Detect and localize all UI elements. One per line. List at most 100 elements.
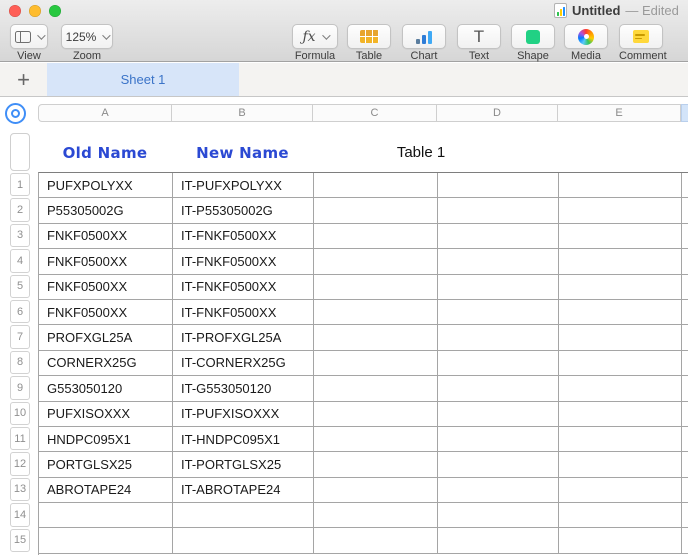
table-cell[interactable]: IT-ABROTAPE24: [173, 478, 314, 503]
table-cell[interactable]: [559, 173, 682, 198]
table-cell[interactable]: [314, 173, 438, 198]
table-cell[interactable]: FNKF0500XX: [39, 224, 173, 249]
column-tab-e[interactable]: E: [558, 104, 681, 122]
table-cell[interactable]: IT-PROFXGL25A: [173, 325, 314, 350]
row-tab-10[interactable]: 10: [10, 402, 30, 425]
table-cell[interactable]: [682, 478, 688, 503]
column-tab-b[interactable]: B: [172, 104, 313, 122]
table-cell[interactable]: [682, 427, 688, 452]
table-title[interactable]: Table 1: [313, 142, 529, 164]
table-cell[interactable]: PUFXISOXXX: [39, 402, 173, 427]
insert-media-button[interactable]: [564, 24, 608, 49]
table-cell[interactable]: [682, 198, 688, 223]
table-cell[interactable]: [173, 528, 314, 553]
header-row-handle[interactable]: [10, 133, 30, 171]
table-cell[interactable]: [314, 351, 438, 376]
row-tab-14[interactable]: 14: [10, 503, 30, 526]
table-cell[interactable]: [438, 351, 559, 376]
view-button[interactable]: [10, 24, 48, 49]
table-cell[interactable]: [682, 300, 688, 325]
table-cell[interactable]: IT-FNKF0500XX: [173, 300, 314, 325]
add-sheet-button[interactable]: +: [0, 63, 47, 96]
table-cell[interactable]: [314, 275, 438, 300]
table-cell[interactable]: PROFXGL25A: [39, 325, 173, 350]
table-cell[interactable]: [559, 198, 682, 223]
table-cell[interactable]: [438, 427, 559, 452]
table-cell[interactable]: IT-FNKF0500XX: [173, 224, 314, 249]
table-header-new-name[interactable]: New Name: [172, 142, 313, 164]
table-cell[interactable]: PORTGLSX25: [39, 452, 173, 477]
table-cell[interactable]: [438, 249, 559, 274]
sheet-tab-active[interactable]: Sheet 1: [47, 63, 239, 96]
minimize-window-button[interactable]: [29, 5, 41, 17]
table-cell[interactable]: [314, 249, 438, 274]
table-select-handle[interactable]: [5, 103, 26, 124]
row-tab-5[interactable]: 5: [10, 275, 30, 298]
table-cell[interactable]: FNKF0500XX: [39, 275, 173, 300]
row-tab-2[interactable]: 2: [10, 198, 30, 221]
table-cell[interactable]: [314, 478, 438, 503]
zoom-button[interactable]: 125%: [61, 24, 113, 49]
table-cell[interactable]: [682, 528, 688, 553]
table-cell[interactable]: IT-PUFXPOLYXX: [173, 173, 314, 198]
table-cell[interactable]: [559, 351, 682, 376]
table-cell[interactable]: [173, 503, 314, 528]
table-cell[interactable]: [559, 224, 682, 249]
table-cell[interactable]: [438, 402, 559, 427]
row-tab-7[interactable]: 7: [10, 325, 30, 348]
column-tab-a[interactable]: A: [38, 104, 172, 122]
table-cell[interactable]: [438, 173, 559, 198]
table-cell[interactable]: [438, 503, 559, 528]
table-cell[interactable]: ABROTAPE24: [39, 478, 173, 503]
table-cell[interactable]: [559, 300, 682, 325]
table-cell[interactable]: [314, 224, 438, 249]
formula-button[interactable]: ƒx: [292, 24, 338, 49]
row-tab-3[interactable]: 3: [10, 224, 30, 247]
insert-chart-button[interactable]: [402, 24, 446, 49]
row-tab-11[interactable]: 11: [10, 427, 30, 450]
table-cell[interactable]: [314, 402, 438, 427]
table-cell[interactable]: [438, 528, 559, 553]
table-cell[interactable]: PUFXPOLYXX: [39, 173, 173, 198]
table-cell[interactable]: IT-PORTGLSX25: [173, 452, 314, 477]
table-cell[interactable]: [314, 376, 438, 401]
close-window-button[interactable]: [9, 5, 21, 17]
table-cell[interactable]: FNKF0500XX: [39, 249, 173, 274]
table-header-old-name[interactable]: Old Name: [38, 142, 172, 164]
insert-text-button[interactable]: T: [457, 24, 501, 49]
row-tab-1[interactable]: 1: [10, 173, 30, 196]
insert-table-button[interactable]: [347, 24, 391, 49]
table-cell[interactable]: [39, 503, 173, 528]
table-cell[interactable]: [314, 452, 438, 477]
row-tab-15[interactable]: 15: [10, 529, 30, 552]
table-cell[interactable]: P55305002G: [39, 198, 173, 223]
table-cell[interactable]: [682, 402, 688, 427]
table-cell[interactable]: [559, 427, 682, 452]
column-tab-c[interactable]: C: [313, 104, 437, 122]
table-cell[interactable]: [682, 249, 688, 274]
table-cell[interactable]: HNDPC095X1: [39, 427, 173, 452]
table-cell[interactable]: [438, 325, 559, 350]
table-cell[interactable]: CORNERX25G: [39, 351, 173, 376]
table-cell[interactable]: [438, 376, 559, 401]
table-cell[interactable]: [438, 478, 559, 503]
table-cell[interactable]: IT-P55305002G: [173, 198, 314, 223]
table-cell[interactable]: [682, 503, 688, 528]
insert-shape-button[interactable]: [511, 24, 555, 49]
table-cell[interactable]: G553050120: [39, 376, 173, 401]
row-tab-6[interactable]: 6: [10, 300, 30, 323]
table-cell[interactable]: IT-HNDPC095X1: [173, 427, 314, 452]
row-tab-9[interactable]: 9: [10, 376, 30, 399]
table-cell[interactable]: IT-FNKF0500XX: [173, 249, 314, 274]
table-cell[interactable]: [682, 376, 688, 401]
table-cell[interactable]: [314, 427, 438, 452]
column-tab-partial[interactable]: [681, 104, 688, 122]
table-cell[interactable]: [682, 325, 688, 350]
table-cell[interactable]: [314, 503, 438, 528]
row-tab-13[interactable]: 13: [10, 478, 30, 501]
table-cell[interactable]: [682, 173, 688, 198]
table-cell[interactable]: [438, 198, 559, 223]
table-cell[interactable]: [682, 351, 688, 376]
table-cell[interactable]: [559, 325, 682, 350]
table-cell[interactable]: IT-CORNERX25G: [173, 351, 314, 376]
